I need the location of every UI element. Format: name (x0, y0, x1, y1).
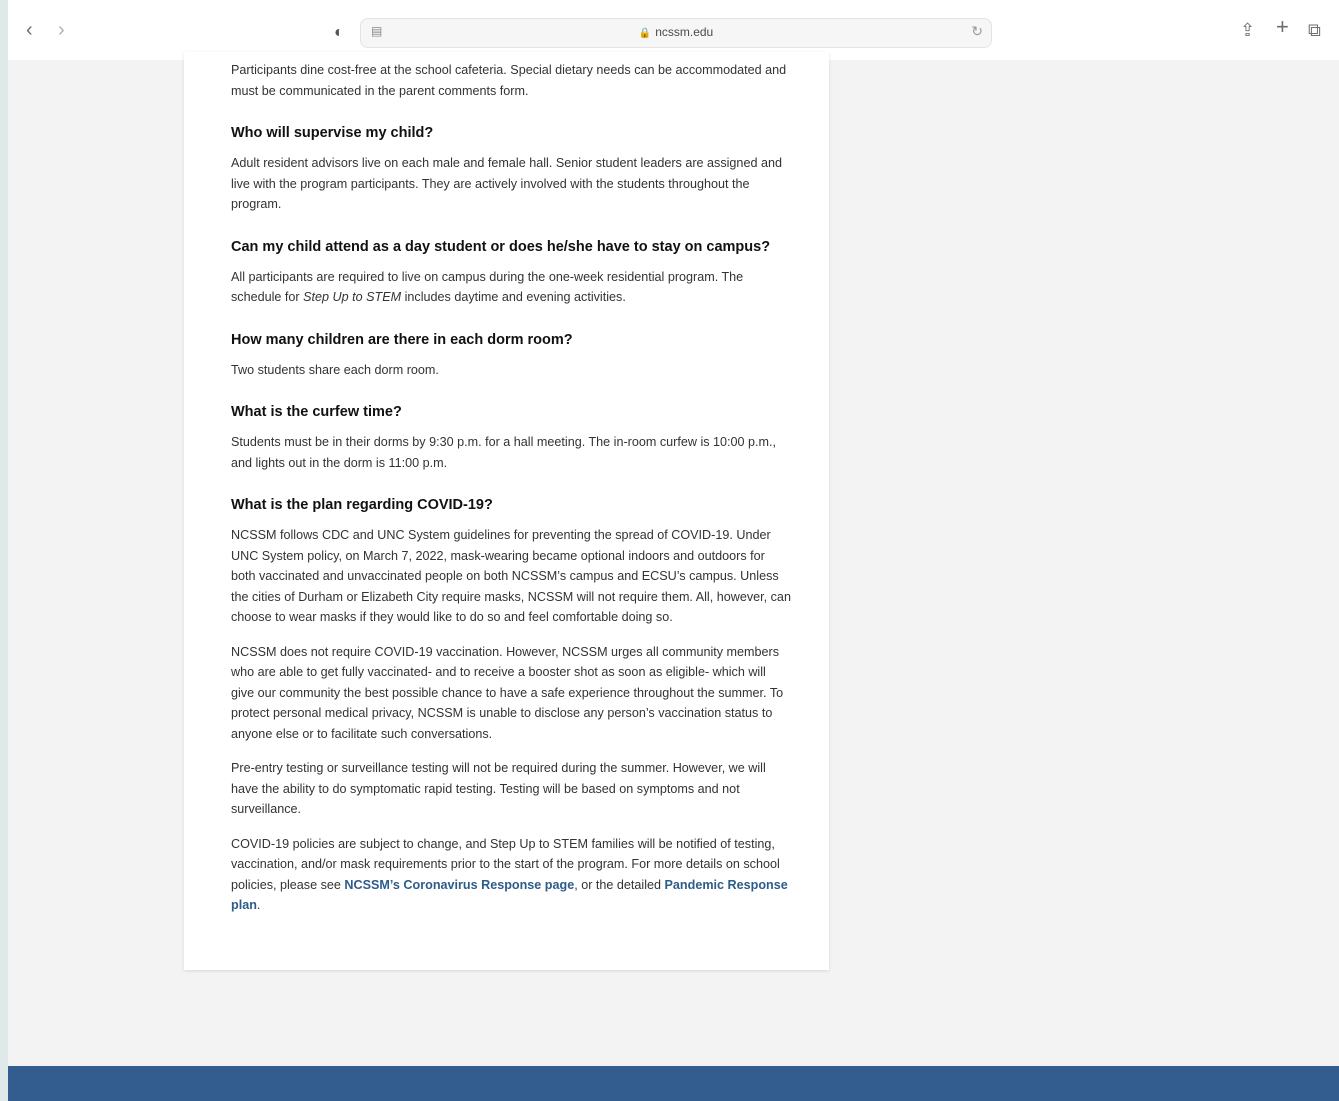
day-student-text-b: includes daytime and evening activities. (401, 290, 626, 304)
dining-paragraph: Participants dine cost-free at the schoo… (231, 63, 787, 98)
dorm-paragraph: Two students share each dorm room. (231, 362, 439, 377)
covid-paragraph-4-text-c: . (256, 898, 261, 912)
covid-paragraph-1: NCSSM follows CDC and UNC System guideli… (231, 528, 791, 624)
footer-band (8, 1066, 1339, 1101)
day-student-paragraph: All participants are required to live on… (231, 267, 791, 308)
address-bar[interactable]: ▤ 🔒 ncssm.edu ↻ (360, 18, 992, 48)
program-name-italic: Step Up to STEM (303, 290, 402, 304)
covid-paragraph-4: COVID-19 policies are subject to change,… (231, 834, 791, 916)
dorm-heading: How many children are there in each dorm… (231, 331, 573, 348)
tab-overview-icon[interactable]: ⧉ (1308, 18, 1321, 42)
curfew-heading: What is the curfew time? (231, 404, 402, 420)
covid-paragraph-4-text-b: , or the detailed (574, 877, 665, 892)
share-icon[interactable]: ⇪ (1240, 18, 1255, 42)
reload-icon[interactable]: ↻ (971, 23, 983, 40)
covid-paragraph-2: NCSSM does not require COVID-19 vaccinat… (231, 644, 784, 741)
content-card: Participants dine cost-free at the schoo… (184, 52, 829, 970)
back-icon[interactable]: ‹ (26, 18, 33, 42)
url-display[interactable]: 🔒 ncssm.edu (361, 25, 991, 39)
url-text: ncssm.edu (655, 25, 714, 39)
covid-paragraph-3: Pre-entry testing or surveillance testin… (231, 761, 766, 816)
coronavirus-response-link[interactable]: NCSSM’s Coronavirus Response page (344, 878, 574, 892)
forward-icon[interactable]: › (58, 18, 65, 42)
covid-heading: What is the plan regarding COVID-19? (231, 497, 493, 513)
privacy-shield-icon[interactable]: ◐ (334, 21, 344, 45)
faq-article: Participants dine cost-free at the schoo… (231, 60, 791, 930)
new-tab-icon[interactable]: + (1276, 15, 1289, 39)
day-student-heading: Can my child attend as a day student or … (231, 238, 771, 255)
lock-icon: 🔒 (638, 28, 652, 39)
left-edge-strip (0, 0, 8, 1101)
curfew-paragraph: Students must be in their dorms by 9:30 … (231, 435, 777, 470)
browser-toolbar: ‹ › ◐ ▤ 🔒 ncssm.edu ↻ ⇪ + ⧉ (8, 0, 1339, 60)
supervise-heading: Who will supervise my child? (231, 125, 434, 141)
supervise-paragraph: Adult resident advisors live on each mal… (231, 156, 782, 211)
